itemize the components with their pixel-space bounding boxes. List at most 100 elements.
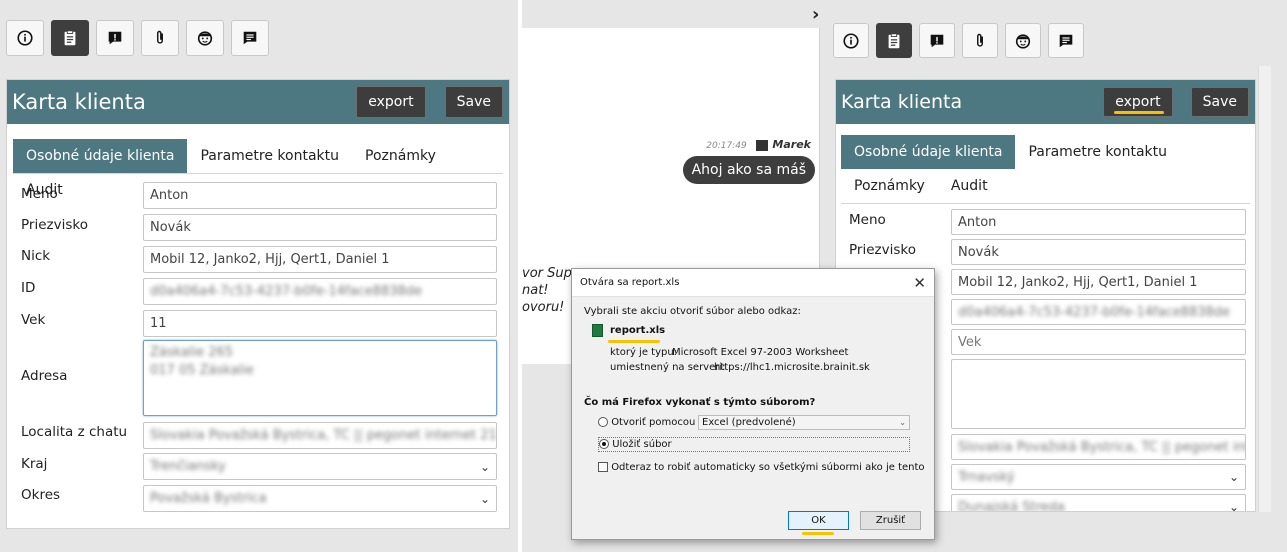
export-button[interactable]: export	[356, 86, 426, 118]
open-with-select[interactable]: Excel (predvolené) ⌄	[698, 415, 910, 430]
tab-notes[interactable]: Poznámky	[352, 139, 449, 173]
download-dialog: Otvára sa report.xls ✕ Vybrali ste akciu…	[571, 268, 935, 540]
open-with-label: Otvoriť pomocou	[611, 417, 696, 428]
chevron-down-icon: ⌄	[1228, 500, 1239, 512]
chevron-down-icon: ⌄	[479, 459, 490, 474]
adresa-textarea[interactable]: Záskalie 265 017 05 Záskalie	[143, 340, 497, 416]
ok-highlight	[802, 532, 834, 535]
priezvisko-input[interactable]: Novák	[143, 214, 497, 241]
client-card-button[interactable]	[51, 20, 89, 56]
save-button[interactable]: Save	[1190, 87, 1249, 117]
dialog-filename: report.xls	[610, 325, 666, 336]
tab-divider	[13, 173, 503, 174]
excel-file-icon	[592, 324, 603, 337]
face-button[interactable]	[1005, 23, 1041, 58]
okres-select[interactable]: Dunajská Streda ⌄	[951, 494, 1246, 512]
tab-contact-params[interactable]: Parametre kontaktu	[1015, 135, 1180, 169]
filename-highlight	[608, 340, 660, 343]
auto-checkbox[interactable]	[598, 462, 608, 472]
nick-input[interactable]: Mobil 12, Janko2, Hjj, Qert1, Daniel 1	[951, 269, 1246, 295]
right-icon-toolbar	[833, 23, 1084, 58]
okres-value: Dunajská Streda	[958, 499, 1065, 512]
chevron-down-icon: ⌄	[899, 418, 906, 427]
label-priezvisko: Priezvisko	[21, 217, 88, 233]
save-file-option[interactable]: Uložiť súbor	[598, 437, 910, 452]
face-button[interactable]	[186, 20, 224, 56]
label-meno: Meno	[21, 186, 58, 202]
chat-button[interactable]	[231, 20, 269, 56]
label-localita: Localita z chatu	[21, 424, 128, 440]
cancel-button[interactable]: Zrušiť	[860, 511, 921, 530]
vek-input[interactable]: 11	[143, 310, 497, 337]
attachment-icon	[977, 33, 983, 47]
id-input[interactable]: d0a406a4-7c53-4237-b0fe-14face8838de	[951, 299, 1246, 325]
id-value: d0a406a4-7c53-4237-b0fe-14face8838de	[958, 304, 1231, 320]
tab-personal[interactable]: Osobné údaje klienta	[13, 139, 188, 173]
chat-icon	[1059, 34, 1073, 47]
localita-input[interactable]: Slovakia Považská Bystrica, TC || pegone…	[143, 422, 497, 449]
attachment-icon	[157, 30, 163, 44]
localita-value: Slovakia Považská Bystrica, TC || pegone…	[150, 428, 497, 443]
tab-audit[interactable]: Audit	[938, 169, 1001, 203]
info-button[interactable]	[833, 23, 869, 58]
okres-select[interactable]: Považská Bystrica ⌄	[143, 485, 497, 512]
label-okres: Okres	[21, 487, 61, 503]
label-vek: Vek	[21, 312, 46, 328]
auto-option[interactable]: Odteraz to robiť automaticky so všetkými…	[598, 462, 925, 473]
form-icon	[888, 32, 900, 48]
save-button[interactable]: Save	[444, 86, 503, 118]
chevron-right-icon[interactable]: ›	[812, 4, 819, 25]
scrollbar[interactable]	[1258, 66, 1271, 512]
user-icon	[755, 140, 768, 151]
form-icon	[64, 30, 76, 46]
chevron-down-icon: ⌄	[479, 491, 490, 506]
attachment-button[interactable]	[141, 20, 179, 56]
save-file-radio[interactable]	[599, 439, 609, 449]
chevron-down-icon: ⌄	[1228, 470, 1239, 484]
kraj-value: Trenčiansky	[150, 459, 226, 474]
meno-input[interactable]: Anton	[951, 209, 1246, 235]
kraj-select[interactable]: Trnavský ⌄	[951, 464, 1246, 490]
tab-contact-params[interactable]: Parametre kontaktu	[187, 139, 352, 173]
tab-bar: Osobné údaje klienta Parametre kontaktu …	[841, 135, 1241, 203]
type-label: ktorý je typu:	[610, 347, 678, 358]
type-value: Microsoft Excel 97-2003 Worksheet	[672, 347, 849, 358]
chat-sender: Marek	[772, 138, 811, 151]
open-with-option[interactable]: Otvoriť pomocou	[598, 417, 695, 428]
tab-notes[interactable]: Poznámky	[841, 169, 938, 203]
dialog-intro: Vybrali ste akciu otvoriť súbor alebo od…	[584, 306, 801, 317]
attachment-button[interactable]	[962, 23, 998, 58]
dialog-titlebar: Otvára sa report.xls ✕	[572, 269, 934, 297]
vek-input[interactable]: Vek	[951, 329, 1246, 355]
chat-button[interactable]	[1048, 23, 1084, 58]
priezvisko-input[interactable]: Novák	[951, 239, 1246, 265]
alert-icon	[930, 34, 944, 47]
face-icon	[1015, 33, 1031, 49]
client-card-button[interactable]	[876, 23, 912, 58]
info-icon	[17, 30, 33, 46]
alert-icon	[108, 31, 122, 45]
info-icon	[843, 32, 859, 49]
server-label: umiestnený na serveri:	[610, 362, 726, 373]
auto-label: Odteraz to robiť automaticky so všetkými…	[611, 462, 925, 473]
nick-input[interactable]: Mobil 12, Janko2, Hjj, Qert1, Daniel 1	[143, 246, 497, 273]
tab-personal[interactable]: Osobné údaje klienta	[841, 135, 1016, 169]
id-input[interactable]: d0a406a4-7c53-4237-b0fe-14face8838de	[143, 278, 497, 305]
meno-input[interactable]: Anton	[143, 182, 497, 209]
label-nick: Nick	[21, 248, 51, 264]
close-icon[interactable]: ✕	[913, 274, 926, 292]
open-with-radio[interactable]	[598, 417, 608, 427]
alert-button[interactable]	[919, 23, 955, 58]
okres-value: Považská Bystrica	[150, 491, 267, 506]
info-button[interactable]	[6, 20, 44, 56]
open-with-value: Excel (predvolené)	[702, 417, 796, 428]
alert-button[interactable]	[96, 20, 134, 56]
kraj-value: Trnavský	[958, 469, 1015, 485]
card-header: Karta klienta export Save	[836, 80, 1255, 124]
kraj-select[interactable]: Trenčiansky ⌄	[143, 453, 497, 480]
label-priezvisko: Priezvisko	[849, 242, 916, 258]
ok-button[interactable]: OK	[788, 511, 849, 530]
adresa-line-1: Záskalie 265	[150, 345, 234, 360]
adresa-textarea[interactable]	[951, 359, 1246, 429]
localita-input[interactable]: Slovakia Považská Bystrica, TC || pegone…	[951, 434, 1246, 460]
